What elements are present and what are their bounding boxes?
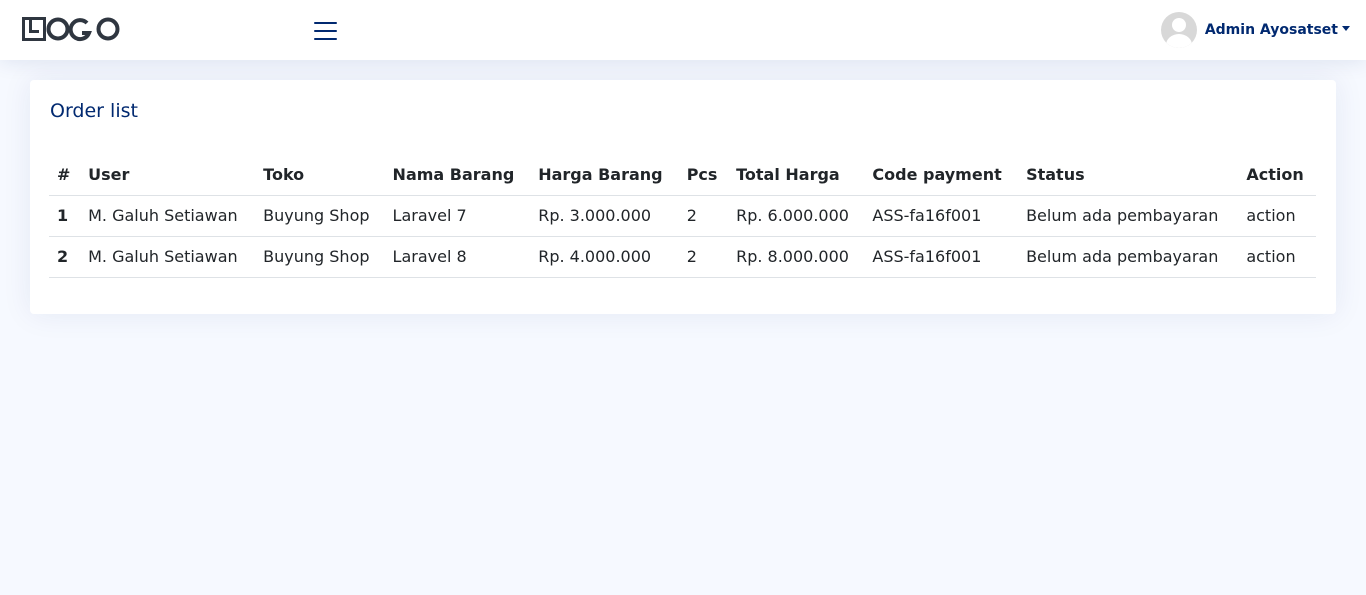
cell-user: M. Galuh Setiawan (80, 236, 256, 278)
order-table: # User Toko Nama Barang Harga Barang Pcs… (49, 154, 1316, 278)
cell-total-harga: Rp. 8.000.000 (728, 236, 865, 278)
table-row: 2 M. Galuh Setiawan Buyung Shop Laravel … (49, 236, 1316, 278)
cell-number: 1 (49, 195, 81, 237)
profile-dropdown[interactable]: Admin Ayosatset (1160, 12, 1350, 48)
col-header-toko: Toko (255, 154, 385, 196)
table-row: 1 M. Galuh Setiawan Buyung Shop Laravel … (49, 195, 1316, 237)
col-header-number: # (49, 154, 81, 196)
cell-status: Belum ada pembayaran (1018, 195, 1239, 237)
chevron-down-icon (1342, 25, 1350, 31)
cell-total-harga: Rp. 6.000.000 (728, 195, 865, 237)
col-header-code-payment: Code payment (864, 154, 1019, 196)
logo-icon (22, 17, 120, 42)
cell-code-payment: ASS-fa16f001 (864, 236, 1019, 278)
hamburger-menu-icon[interactable] (314, 21, 338, 41)
table-header-row: # User Toko Nama Barang Harga Barang Pcs… (49, 154, 1316, 196)
cell-pcs: 2 (678, 236, 729, 278)
col-header-pcs: Pcs (678, 154, 729, 196)
cell-number: 2 (49, 236, 81, 278)
col-header-nama-barang: Nama Barang (384, 154, 531, 196)
cell-harga-barang: Rp. 3.000.000 (530, 195, 679, 237)
cell-action: action (1238, 236, 1316, 278)
col-header-total-harga: Total Harga (728, 154, 865, 196)
profile-name: Admin Ayosatset (1204, 22, 1338, 38)
col-header-action: Action (1238, 154, 1316, 196)
col-header-harga-barang: Harga Barang (530, 154, 679, 196)
col-header-status: Status (1018, 154, 1239, 196)
cell-harga-barang: Rp. 4.000.000 (530, 236, 679, 278)
cell-nama-barang: Laravel 8 (384, 236, 531, 278)
logo[interactable] (22, 17, 122, 43)
col-header-user: User (80, 154, 256, 196)
cell-nama-barang: Laravel 7 (384, 195, 531, 237)
cell-pcs: 2 (678, 195, 729, 237)
cell-code-payment: ASS-fa16f001 (864, 195, 1019, 237)
action-link[interactable]: action (1246, 206, 1295, 225)
action-link[interactable]: action (1246, 247, 1295, 266)
cell-user: M. Galuh Setiawan (80, 195, 256, 237)
cell-action: action (1238, 195, 1316, 237)
cell-status: Belum ada pembayaran (1018, 236, 1239, 278)
cell-toko: Buyung Shop (255, 195, 385, 237)
card-title: Order list (50, 100, 138, 122)
cell-toko: Buyung Shop (255, 236, 385, 278)
user-avatar-icon (1160, 12, 1197, 48)
top-header: Admin Ayosatset (0, 0, 1366, 60)
